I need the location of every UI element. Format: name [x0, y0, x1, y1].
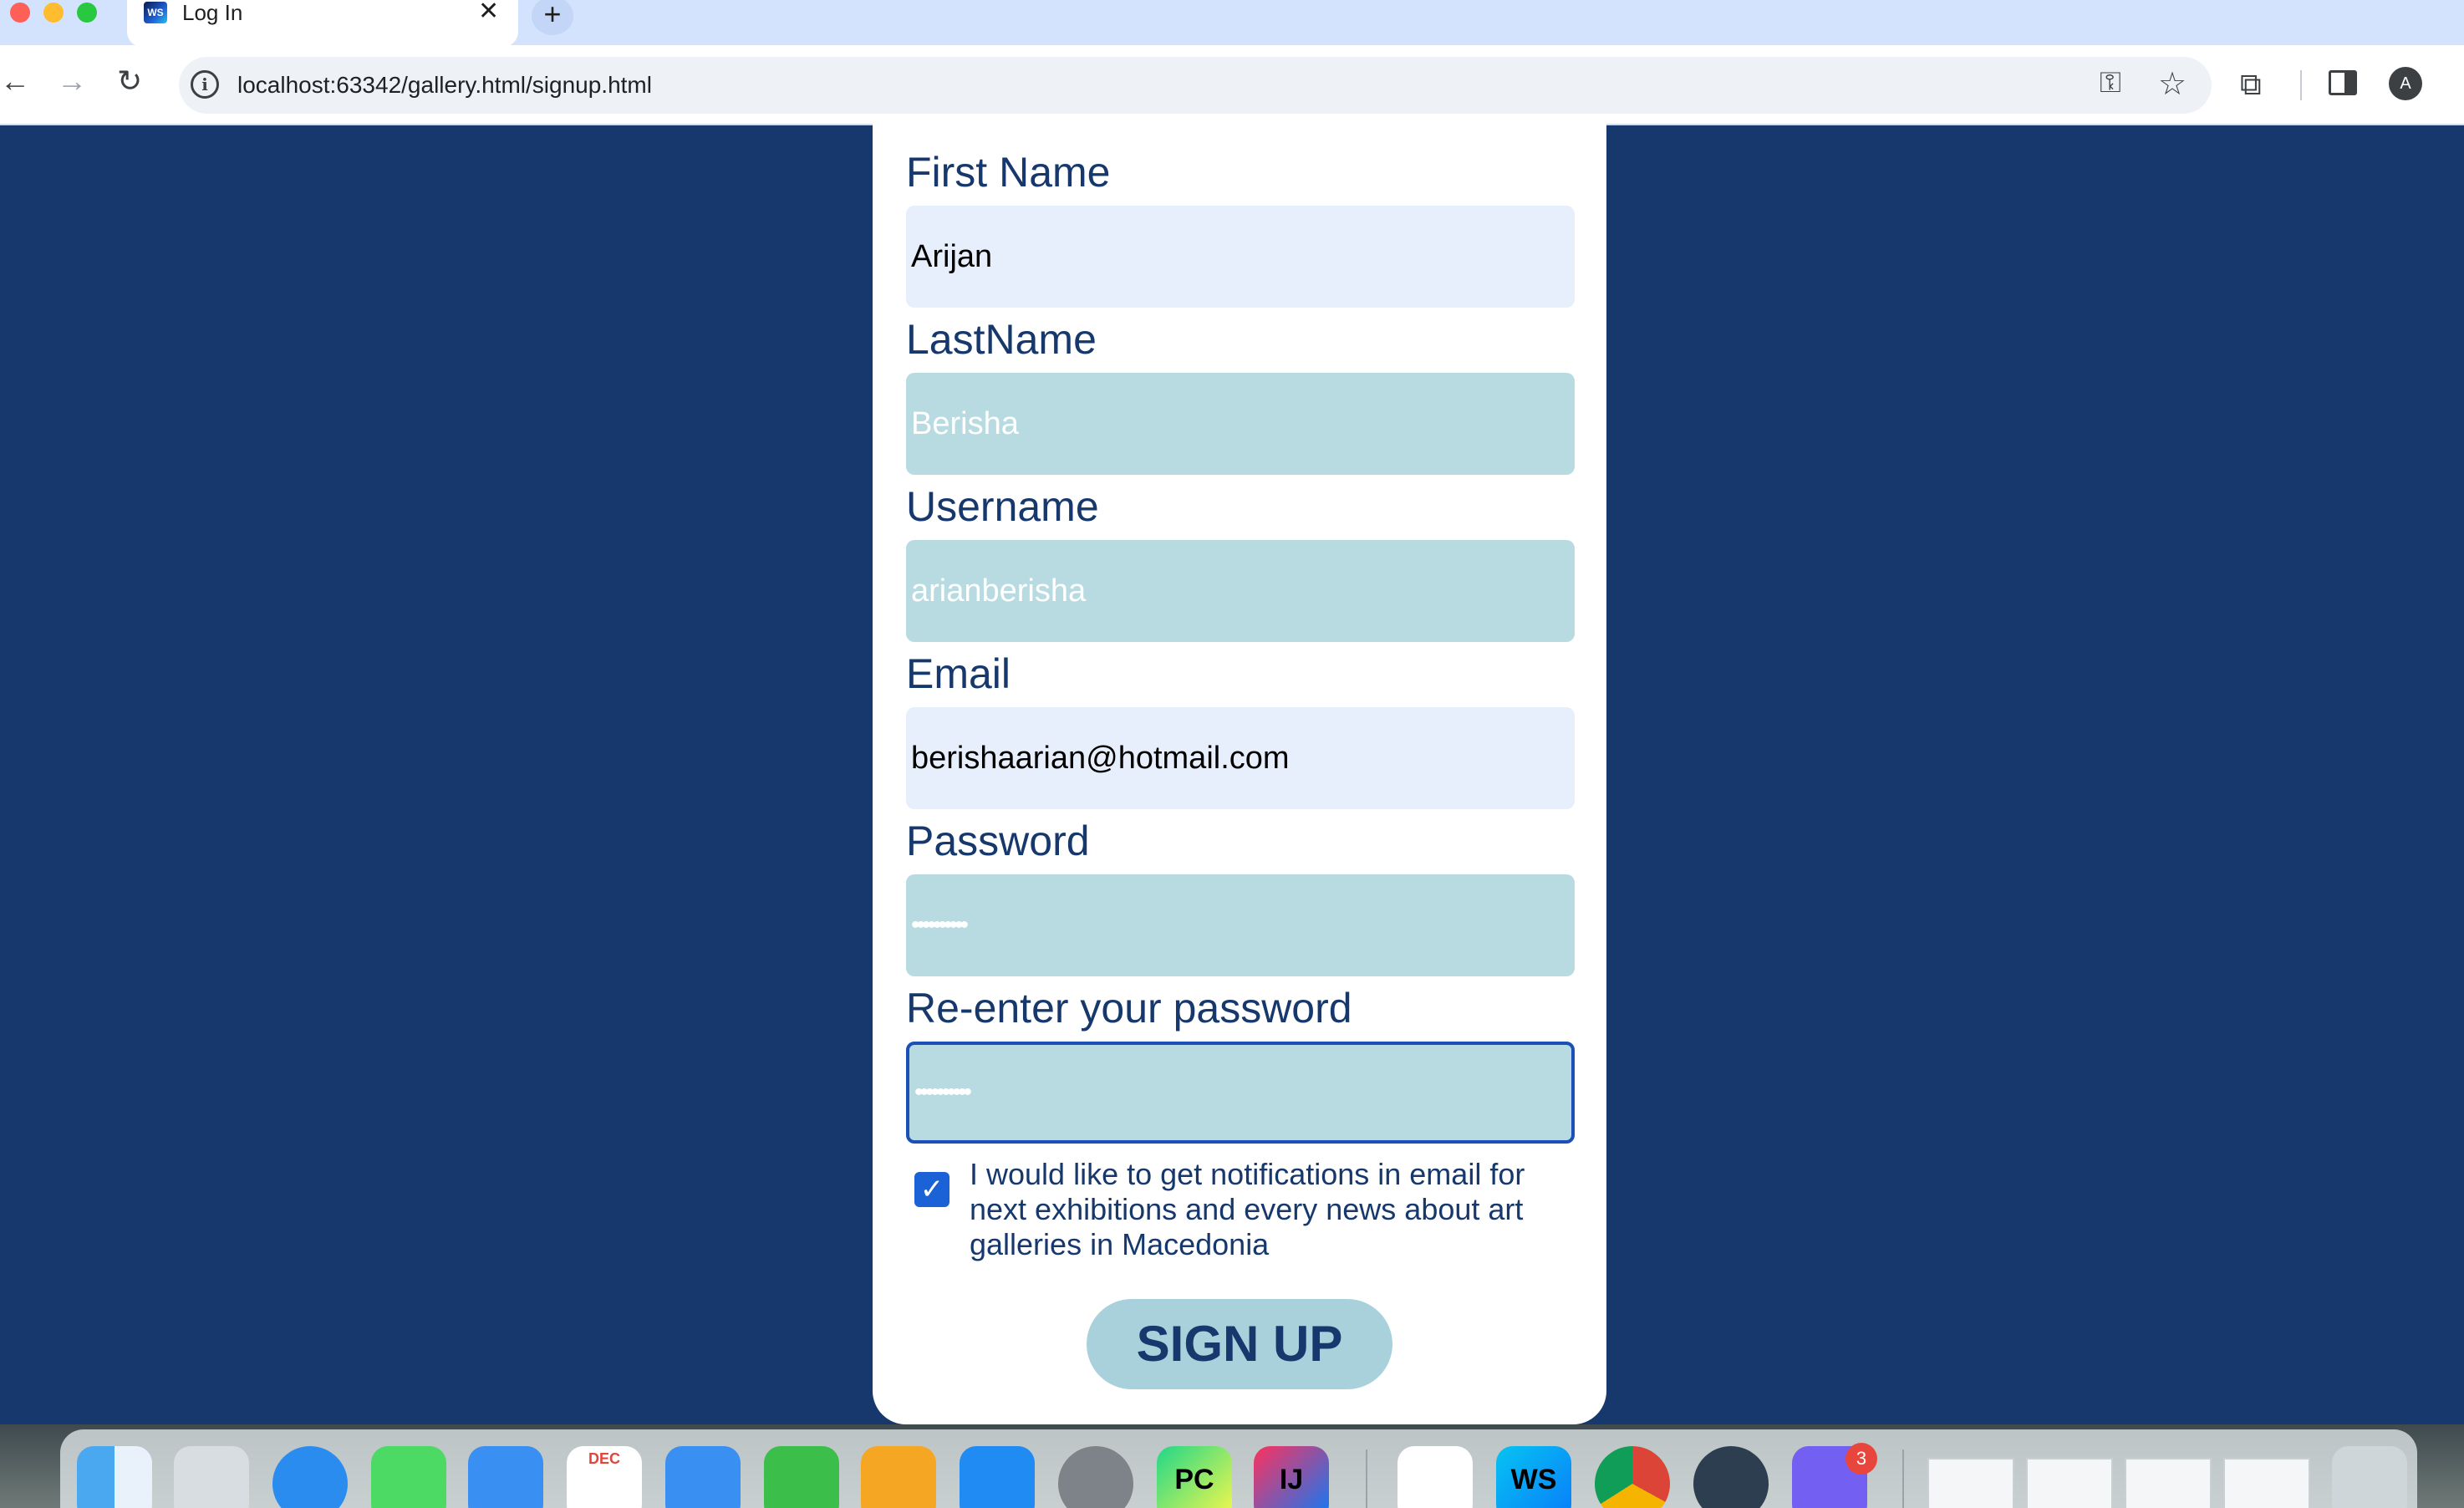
minimize-window-button[interactable]	[43, 3, 64, 23]
url-text[interactable]: localhost:63342/gallery.html/signup.html	[237, 70, 652, 100]
calendar-icon[interactable]: DEC	[567, 1446, 642, 1508]
finder-icon[interactable]	[77, 1446, 152, 1508]
zoom-window-button[interactable]	[77, 3, 97, 23]
notify-checkbox-label: I would like to get notifications in ema…	[970, 1157, 1525, 1261]
last-name-input[interactable]	[906, 373, 1575, 475]
first-name-input[interactable]	[906, 206, 1575, 308]
first-name-label: First Name	[906, 149, 1111, 196]
notify-checkbox[interactable]: ✓	[914, 1172, 949, 1207]
intellij-icon[interactable]: IJ	[1254, 1446, 1329, 1508]
trash-icon[interactable]	[2332, 1446, 2407, 1508]
reenter-password-label: Re-enter your password	[906, 985, 1352, 1032]
last-name-label: LastName	[906, 316, 1097, 363]
browser-tab-bar: WS Log In ✕ +	[0, 0, 2464, 47]
password-input[interactable]	[906, 874, 1575, 976]
close-window-button[interactable]	[10, 3, 30, 23]
back-arrow-icon[interactable]: ←	[0, 60, 30, 102]
sign-up-button[interactable]: SIGN UP	[1087, 1299, 1392, 1389]
reenter-password-input[interactable]	[906, 1042, 1575, 1144]
recent-window-thumbnail[interactable]	[2125, 1458, 2212, 1508]
profile-avatar[interactable]: A	[2389, 67, 2422, 100]
pages-icon[interactable]	[861, 1446, 936, 1508]
dock-divider	[1366, 1449, 1367, 1508]
extensions-puzzle-icon[interactable]: ⧉	[2240, 67, 2262, 103]
mail-icon[interactable]	[468, 1446, 543, 1508]
site-info-icon[interactable]: i	[191, 70, 219, 99]
browser-toolbar: ← → ↻ i localhost:63342/gallery.html/sig…	[0, 45, 2464, 125]
reload-icon[interactable]: ↻	[117, 60, 142, 102]
tab-close-icon[interactable]: ✕	[478, 0, 499, 25]
numbers-icon[interactable]	[764, 1446, 839, 1508]
recent-window-thumbnail[interactable]	[1927, 1458, 2014, 1508]
username-input[interactable]	[906, 540, 1575, 642]
mongodb-leaf-icon[interactable]	[1397, 1446, 1473, 1508]
pycharm-icon[interactable]: PC	[1157, 1446, 1232, 1508]
forward-arrow-icon[interactable]: →	[57, 60, 87, 102]
app-store-icon[interactable]	[960, 1446, 1035, 1508]
viber-notification-badge: 3	[1845, 1443, 1877, 1475]
address-bar[interactable]: i localhost:63342/gallery.html/signup.ht…	[179, 57, 2212, 114]
email-input[interactable]	[906, 707, 1575, 809]
username-label: Username	[906, 483, 1099, 530]
keynote-icon[interactable]	[665, 1446, 741, 1508]
launchpad-icon[interactable]	[174, 1446, 249, 1508]
signup-card: First Name LastName Username Email Passw…	[873, 124, 1606, 1424]
calendar-month-text: DEC	[588, 1450, 620, 1467]
dock-divider-2	[1902, 1449, 1904, 1508]
toolbar-divider	[2300, 70, 2302, 100]
email-label: Email	[906, 650, 1011, 697]
new-tab-button[interactable]: +	[532, 0, 573, 35]
browser-tab-login[interactable]: WS Log In ✕	[127, 0, 518, 47]
side-panel-icon[interactable]	[2329, 70, 2357, 95]
password-label: Password	[906, 818, 1090, 864]
password-key-icon[interactable]: ⚿	[2100, 67, 2121, 99]
tab-title: Log In	[182, 0, 243, 25]
recent-window-thumbnail[interactable]	[2223, 1458, 2310, 1508]
bookmark-star-icon[interactable]: ☆	[2158, 65, 2187, 103]
messages-icon[interactable]	[371, 1446, 446, 1508]
recent-window-thumbnail[interactable]	[2026, 1458, 2113, 1508]
webstorm-favicon-icon: WS	[144, 2, 167, 23]
webstorm-icon[interactable]: WS	[1496, 1446, 1571, 1508]
